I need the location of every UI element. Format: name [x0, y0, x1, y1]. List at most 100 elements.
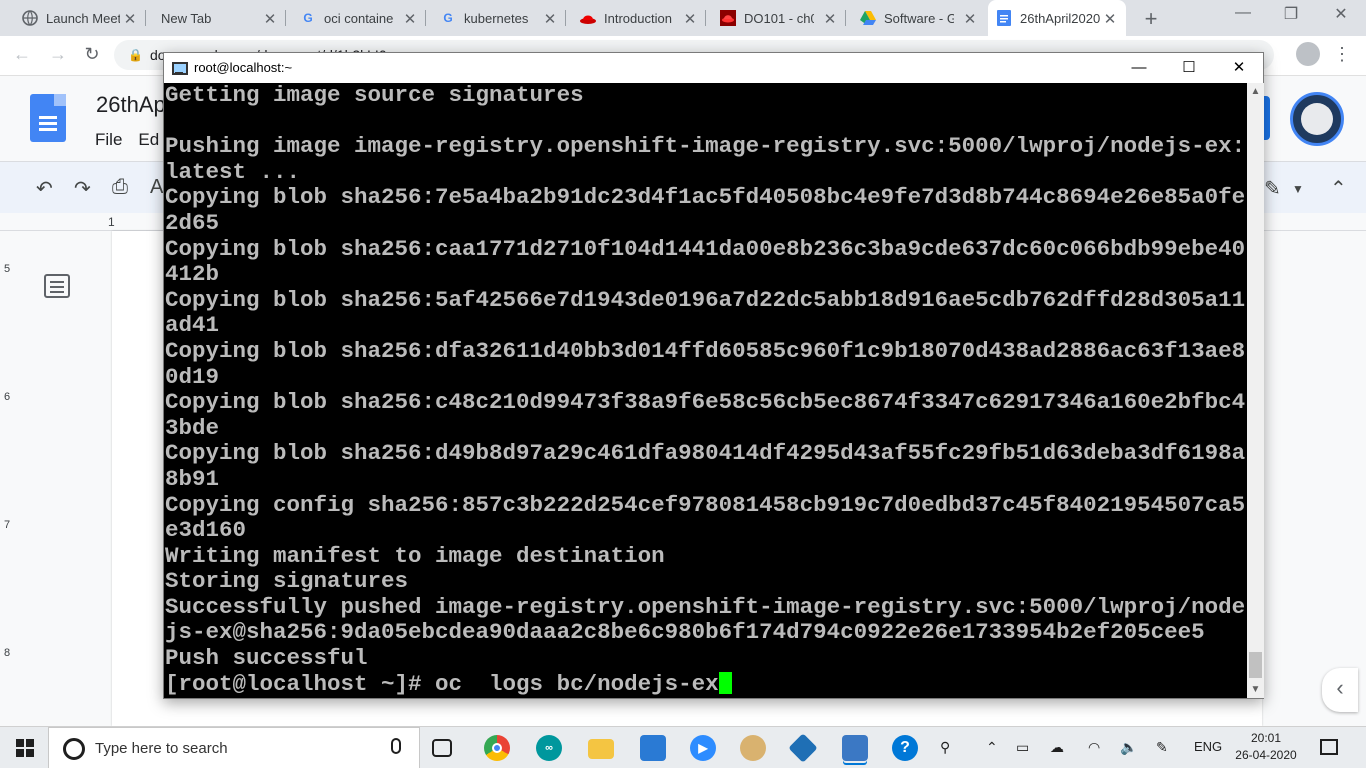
putty-icon[interactable] [170, 59, 188, 77]
terminal-line: Copying blob sha256:7e5a4ba2b91dc23d4f1a… [165, 184, 1246, 211]
docs-logo-icon[interactable] [30, 94, 66, 142]
close-icon[interactable]: ✕ [682, 10, 698, 28]
forward-arrow-icon[interactable]: → [46, 44, 70, 65]
menu-file[interactable]: File [95, 130, 122, 149]
tab-kubernetes[interactable]: G kubernetes ✕ [432, 4, 566, 32]
notification-icon[interactable] [1320, 739, 1338, 755]
terminal-scrollbar[interactable]: ▲ ▼ [1247, 83, 1264, 698]
scrollbar-thumb[interactable] [1249, 652, 1262, 678]
terminal-output[interactable]: Getting image source signatures Pushing … [164, 83, 1247, 698]
close-icon[interactable]: ✕ [542, 10, 558, 28]
tab-divider [425, 10, 426, 26]
terminal-prompt: [root@localhost ~]# oc logs bc/nodejs-ex [165, 670, 719, 697]
close-icon[interactable]: ✕ [122, 10, 138, 28]
chrome-menu-icon[interactable]: ⋮ [1330, 44, 1354, 65]
tab-divider [705, 10, 706, 26]
paint-icon[interactable] [740, 735, 766, 761]
tab-google-drive[interactable]: Software - Google Drive ✕ [852, 4, 986, 32]
scroll-up-icon[interactable]: ▲ [1247, 83, 1264, 100]
putty-title-bar[interactable]: root@localhost:~ — ☐ ✕ [164, 53, 1263, 83]
file-explorer-icon[interactable] [588, 739, 614, 759]
chevron-down-icon[interactable]: ▼ [1292, 182, 1304, 196]
print-icon[interactable]: ⎙ [112, 176, 128, 199]
arduino-icon[interactable]: ∞ [536, 735, 562, 761]
close-icon[interactable]: ✕ [402, 10, 418, 28]
taskbar-search-box[interactable]: Type here to search [48, 727, 420, 768]
tab-oci-container[interactable]: G oci container ✕ [292, 4, 426, 32]
battery-icon[interactable]: ▭ [1016, 739, 1029, 756]
terminal-line: Push successful [165, 645, 368, 672]
tab-title: kubernetes [464, 10, 529, 26]
tab-zoom-launch[interactable]: Launch Meeting - Zoom ✕ [14, 4, 146, 32]
profile-avatar-icon[interactable] [1296, 42, 1320, 66]
menu-edit[interactable]: Ed [138, 130, 159, 149]
tab-do101[interactable]: DO101 - ch0 ✕ [712, 4, 846, 32]
terminal-line: Getting image source signatures [165, 83, 584, 108]
onedrive-cloud-icon[interactable]: ☁ [1050, 739, 1064, 756]
task-view-icon[interactable] [432, 739, 452, 757]
document-title[interactable]: 26thAp [96, 92, 166, 118]
scroll-down-icon[interactable]: ▼ [1247, 681, 1264, 698]
terminal-cursor [718, 671, 732, 694]
tab-title: DO101 - ch0 [744, 10, 814, 26]
browser-close-button[interactable]: ✕ [1326, 4, 1356, 24]
putty-window-title: root@localhost:~ [194, 60, 293, 75]
zoom-icon[interactable]: ▶ [690, 735, 716, 761]
cortana-icon [63, 738, 85, 760]
account-avatar[interactable] [1290, 92, 1344, 146]
browser-tab-strip: Launch Meeting - Zoom ✕ New Tab ✕ G oci … [0, 0, 1366, 36]
side-panel-toggle-icon[interactable]: ‹ [1322, 668, 1358, 712]
redo-icon[interactable]: ↷ [74, 176, 91, 201]
people-icon[interactable]: ⚲ [940, 739, 950, 756]
collapse-menu-icon[interactable]: ⌃ [1330, 176, 1347, 201]
spellcheck-icon[interactable]: A [150, 176, 163, 199]
close-icon[interactable]: ✕ [1102, 10, 1118, 28]
terminal-line: Copying blob sha256:caa1771d2710f104d144… [165, 235, 1246, 262]
document-outline-icon[interactable] [44, 274, 70, 298]
tab-divider [285, 10, 286, 26]
undo-icon[interactable]: ↶ [36, 176, 53, 201]
pen-icon[interactable]: ✎ [1156, 739, 1168, 756]
putty-taskbar-icon[interactable] [842, 735, 868, 761]
reload-icon[interactable]: ↻ [80, 44, 104, 65]
close-icon[interactable]: ✕ [262, 10, 278, 28]
tab-title: Launch Meeting - Zoom [46, 10, 120, 26]
terminal-line: Copying blob sha256:d49b8d97a29c461dfa98… [165, 440, 1246, 467]
chevron-up-icon[interactable]: ⌃ [986, 739, 998, 756]
language-indicator[interactable]: ENG [1194, 739, 1222, 754]
terminal-line: latest ... [165, 158, 301, 185]
help-icon[interactable]: ? [892, 735, 918, 761]
google-g-icon: G [303, 11, 313, 25]
ruler-number: 6 [4, 391, 11, 403]
microphone-icon[interactable] [391, 738, 401, 754]
edit-mode-icon[interactable]: ✎ [1264, 176, 1281, 201]
close-icon[interactable]: ✕ [822, 10, 838, 28]
putty-close-button[interactable]: ✕ [1216, 55, 1262, 81]
terminal-line: Copying blob sha256:c48c210d99473f38a9f6… [165, 389, 1246, 416]
putty-config-icon[interactable] [640, 735, 666, 761]
tab-title: 26thApril2020 [1020, 10, 1100, 26]
terminal-text: Getting image source signatures Pushing … [165, 83, 1245, 697]
chrome-icon[interactable] [484, 735, 510, 761]
vertical-ruler: 5 6 7 8 [0, 231, 18, 726]
browser-maximize-button[interactable]: ❐ [1276, 4, 1306, 24]
browser-minimize-button[interactable]: — [1228, 4, 1258, 22]
screen: Launch Meeting - Zoom ✕ New Tab ✕ G oci … [0, 0, 1366, 768]
close-icon[interactable]: ✕ [962, 10, 978, 28]
putty-maximize-button[interactable]: ☐ [1166, 55, 1212, 81]
terminal-line: 3bde [165, 414, 220, 441]
tab-introduction[interactable]: Introduction ✕ [572, 4, 706, 32]
back-arrow-icon[interactable]: ← [10, 44, 34, 65]
tab-new-tab[interactable]: New Tab ✕ [152, 4, 286, 32]
windows-start-icon[interactable] [16, 739, 34, 757]
new-tab-button[interactable]: + [1140, 6, 1162, 32]
putty-minimize-button[interactable]: — [1116, 55, 1162, 81]
virtualbox-icon[interactable] [788, 733, 818, 763]
wifi-icon[interactable]: ◠ [1088, 739, 1100, 756]
tab-26thapril2020[interactable]: 26thApril2020 ✕ [988, 0, 1126, 36]
terminal-line: Writing manifest to image destination [165, 542, 665, 569]
terminal-line: Storing signatures [165, 568, 409, 595]
system-clock[interactable]: 20:01 26-04-2020 [1226, 730, 1306, 764]
volume-icon[interactable]: 🔈 [1120, 739, 1137, 756]
terminal-line: Copying blob sha256:5af42566e7d1943de019… [165, 286, 1246, 313]
